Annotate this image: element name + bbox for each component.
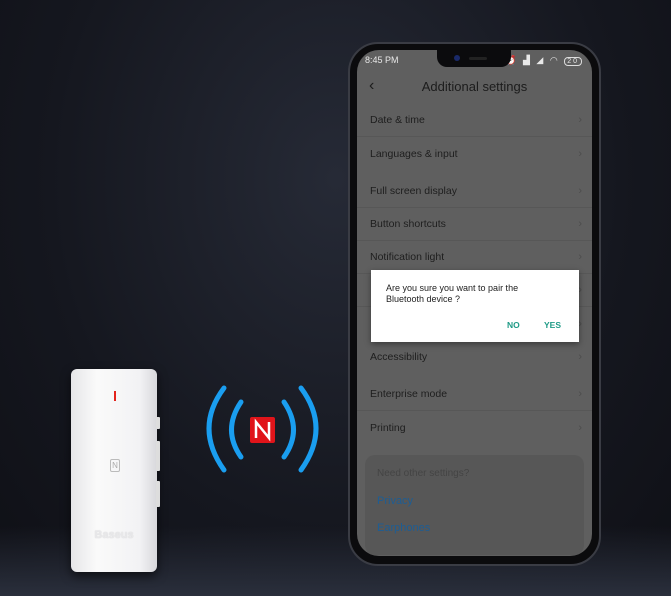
wave-right-outer: [298, 385, 319, 473]
settings-item-button-shortcuts[interactable]: Button shortcuts ›: [357, 208, 592, 241]
led-indicator: [114, 391, 116, 401]
page-title: Additional settings: [421, 78, 528, 94]
device-side-button: [156, 441, 160, 471]
no-button[interactable]: NO: [507, 320, 520, 330]
chevron-right-icon: ›: [578, 114, 582, 126]
link-earphones[interactable]: Earphones: [377, 522, 430, 534]
chevron-right-icon: ›: [578, 421, 582, 434]
device-side-button: [156, 481, 160, 507]
settings-item-languages[interactable]: Languages & input ›: [357, 137, 592, 170]
settings-item-printing[interactable]: Printing ›: [357, 411, 592, 444]
settings-item-accessibility[interactable]: Accessibility ›: [357, 340, 592, 373]
chevron-right-icon: ›: [578, 218, 582, 230]
device-brand-logo: Baseus: [94, 529, 134, 541]
item-label: Languages & input: [370, 147, 458, 160]
chevron-right-icon: ›: [578, 388, 582, 400]
wave-right-inner: [281, 399, 296, 460]
dialog-message: Are you sure you want to pair the Blueto…: [386, 283, 519, 304]
settings-item-enterprise-mode[interactable]: Enterprise mode ›: [357, 378, 592, 411]
item-label: Accessibility: [370, 350, 428, 363]
item-label: Enterprise mode: [370, 388, 448, 400]
item-label: Printing: [370, 421, 406, 434]
chevron-right-icon: ›: [578, 147, 582, 160]
yes-button[interactable]: YES: [544, 320, 561, 330]
chevron-right-icon: ›: [578, 251, 582, 263]
nfc-waves: [206, 385, 319, 473]
wave-left-inner: [229, 399, 244, 460]
settings-item-full-screen[interactable]: Full screen display ›: [357, 175, 592, 208]
baseus-receiver-device: N Baseus: [71, 369, 160, 572]
item-label: Date & time: [370, 114, 425, 126]
other-settings-title: Need other settings?: [377, 468, 470, 479]
pair-bluetooth-dialog: Are you sure you want to pair the Blueto…: [371, 270, 579, 342]
device-side-button: [156, 417, 160, 429]
chevron-right-icon: ›: [578, 185, 582, 197]
app-header: ‹ Additional settings: [357, 70, 592, 102]
settings-item-date-time[interactable]: Date & time ›: [357, 104, 592, 137]
wave-left-outer: [206, 385, 227, 473]
item-label: Button shortcuts: [370, 218, 446, 230]
status-time: 8:45 PM: [365, 55, 399, 65]
speaker: [469, 57, 487, 60]
item-label: Full screen display: [370, 185, 457, 197]
link-privacy[interactable]: Privacy: [377, 495, 413, 507]
notch: [437, 50, 511, 67]
battery-icon: 20: [564, 56, 582, 66]
item-label: Notification light: [370, 251, 445, 263]
other-settings-card: Need other settings? Privacy Earphones: [365, 455, 584, 555]
device-nfc-icon: N: [110, 459, 120, 472]
back-button[interactable]: ‹: [369, 77, 374, 95]
camera: [454, 55, 460, 61]
chevron-right-icon: ›: [578, 350, 582, 363]
